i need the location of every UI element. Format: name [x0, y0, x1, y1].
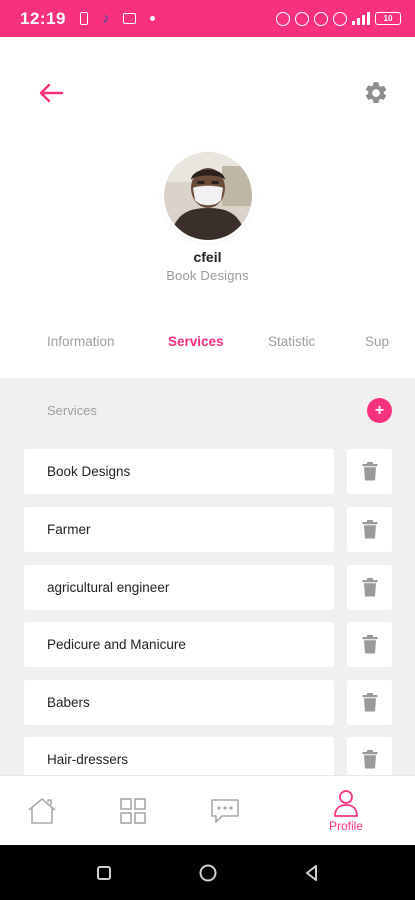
service-row: Book Designs — [24, 449, 392, 494]
profile-subtitle: Book Designs — [166, 268, 249, 283]
arrow-left-icon — [39, 83, 64, 103]
tab-services[interactable]: Services — [168, 334, 224, 349]
gear-icon — [365, 82, 387, 103]
service-row: Hair-dressers — [24, 737, 392, 775]
service-item[interactable]: Book Designs — [24, 449, 334, 494]
delete-service-button[interactable] — [347, 565, 392, 610]
chat-icon — [211, 799, 239, 823]
tab-information[interactable]: Information — [47, 334, 115, 349]
trash-icon — [362, 578, 377, 597]
nav-profile[interactable]: Profile — [320, 776, 372, 846]
tab-statistic[interactable]: Statistic — [268, 334, 315, 349]
home-icon — [28, 798, 56, 824]
avatar[interactable] — [164, 152, 252, 240]
nav-messages[interactable] — [205, 776, 245, 846]
delete-service-button[interactable] — [347, 449, 392, 494]
bottom-nav: Profile — [0, 775, 415, 845]
services-panel: Services + Book Designs Farmer agricultu… — [0, 378, 415, 775]
status-system-icons: 10 — [276, 11, 401, 26]
back-triangle-icon — [306, 865, 317, 881]
recents-square-icon — [97, 866, 111, 880]
service-item[interactable]: Babers — [24, 680, 334, 725]
services-heading: Services — [47, 403, 97, 418]
delete-service-button[interactable] — [347, 507, 392, 552]
delete-service-button[interactable] — [347, 737, 392, 775]
profile-name: cfeil — [193, 249, 222, 265]
service-item[interactable]: Hair-dressers — [24, 737, 334, 775]
status-notification-icons: ♪ — [79, 10, 156, 27]
trash-icon — [362, 635, 377, 654]
data-transfer-icon — [333, 11, 347, 26]
hotspot-icon — [314, 11, 328, 26]
profile-tabs: Information Services Statistic Supp — [0, 334, 390, 356]
home-system-button[interactable] — [193, 858, 223, 888]
profile-icon — [334, 790, 358, 817]
delete-service-button[interactable] — [347, 680, 392, 725]
profile-photo-icon — [164, 152, 252, 240]
back-button[interactable] — [34, 78, 68, 108]
service-row: agricultural engineer — [24, 565, 392, 610]
recents-button[interactable] — [89, 858, 119, 888]
tab-support[interactable]: Supp — [365, 334, 390, 349]
phone-icon — [79, 12, 88, 25]
more-notifications-dot-icon — [150, 16, 156, 21]
screen-cast-icon — [123, 13, 137, 24]
nav-home[interactable] — [22, 776, 62, 846]
vibrate-icon — [295, 11, 309, 26]
trash-icon — [362, 750, 377, 769]
nav-grid[interactable] — [113, 776, 153, 846]
service-row: Farmer — [24, 507, 392, 552]
service-item[interactable]: Pedicure and Manicure — [24, 622, 334, 667]
trash-icon — [362, 693, 377, 712]
delete-service-button[interactable] — [347, 622, 392, 667]
service-item[interactable]: Farmer — [24, 507, 334, 552]
service-row: Babers — [24, 680, 392, 725]
grid-icon — [120, 798, 146, 824]
home-circle-icon — [199, 864, 217, 882]
trash-icon — [362, 462, 377, 481]
back-system-button[interactable] — [297, 858, 327, 888]
add-service-button[interactable]: + — [367, 398, 392, 423]
status-time: 12:19 — [20, 8, 66, 28]
music-note-icon: ♪ — [101, 10, 110, 27]
system-nav-bar — [0, 845, 415, 900]
settings-button[interactable] — [359, 76, 393, 110]
signal-strength-icon — [352, 12, 370, 25]
alarm-icon — [276, 11, 290, 26]
status-bar: 12:19 ♪ 10 — [0, 0, 415, 37]
nav-profile-label: Profile — [328, 819, 363, 833]
service-row: Pedicure and Manicure — [24, 622, 392, 667]
trash-icon — [362, 520, 377, 539]
battery-icon: 10 — [375, 12, 401, 25]
service-item[interactable]: agricultural engineer — [24, 565, 334, 610]
